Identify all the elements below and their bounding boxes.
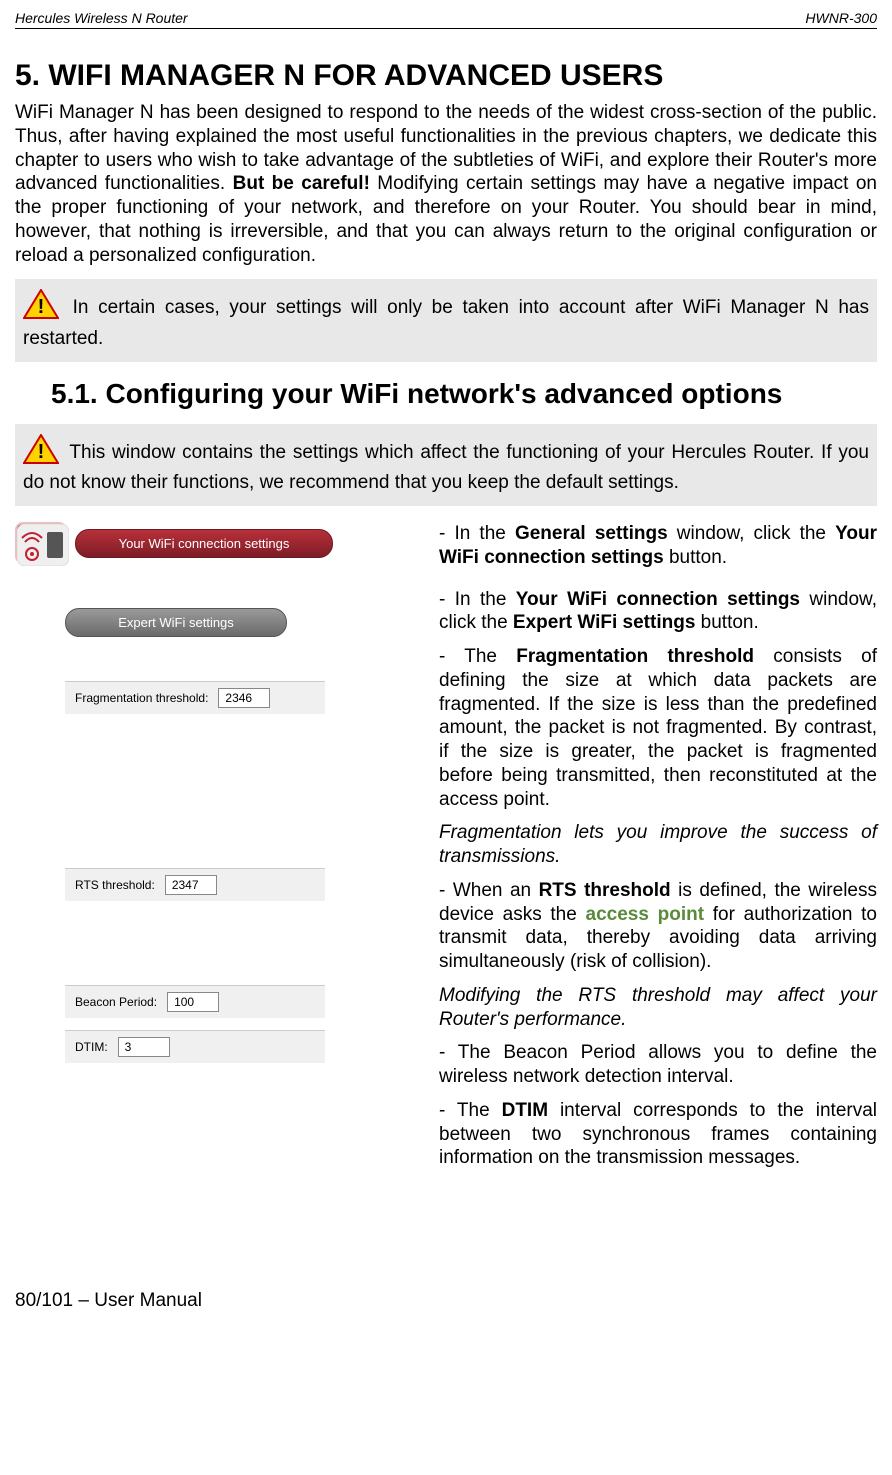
fragmentation-desc: - The Fragmentation threshold consists o… <box>439 645 877 811</box>
rts-field: RTS threshold: 2347 <box>65 868 325 901</box>
beacon-field: Beacon Period: 100 <box>65 985 325 1018</box>
fragmentation-field: Fragmentation threshold: 2346 <box>65 681 325 714</box>
wifi-logo-icon <box>15 522 67 564</box>
step-general-settings: - In the General settings window, click … <box>439 522 877 570</box>
left-column: Your WiFi connection settings Expert WiF… <box>15 522 415 1180</box>
notice-restart: ! In certain cases, your settings will o… <box>15 279 877 361</box>
rts-note: Modifying the RTS threshold may affect y… <box>439 984 877 1032</box>
fragmentation-note: Fragmentation lets you improve the succe… <box>439 821 877 869</box>
fragmentation-input[interactable]: 2346 <box>218 688 270 708</box>
dtim-label: DTIM: <box>75 1040 108 1054</box>
svg-text:!: ! <box>38 441 45 463</box>
dtim-input[interactable]: 3 <box>118 1037 170 1057</box>
dtim-field: DTIM: 3 <box>65 1030 325 1063</box>
beacon-input[interactable]: 100 <box>167 992 219 1012</box>
header-right: HWNR-300 <box>805 10 877 26</box>
expert-wifi-settings-button[interactable]: Expert WiFi settings <box>65 608 287 637</box>
section-heading: 5.1. Configuring your WiFi network's adv… <box>51 378 877 410</box>
right-column: - In the General settings window, click … <box>439 522 877 1180</box>
step-wifi-connection: - In the Your WiFi connection settings w… <box>439 588 877 636</box>
header-left: Hercules Wireless N Router <box>15 10 188 26</box>
page-header: Hercules Wireless N Router HWNR-300 <box>15 10 877 29</box>
beacon-desc: - The Beacon Period allows you to define… <box>439 1041 877 1089</box>
wifi-conn-row: Your WiFi connection settings <box>15 522 415 564</box>
rts-input[interactable]: 2347 <box>165 875 217 895</box>
beacon-label: Beacon Period: <box>75 995 157 1009</box>
notice-settings: ! This window contains the settings whic… <box>15 424 877 506</box>
svg-text:!: ! <box>38 296 45 318</box>
rts-label: RTS threshold: <box>75 878 155 892</box>
dtim-desc: - The DTIM interval corresponds to the i… <box>439 1099 877 1170</box>
chapter-heading: 5. WIFI MANAGER N FOR ADVANCED USERS <box>15 59 877 93</box>
rts-desc: - When an RTS threshold is defined, the … <box>439 879 877 974</box>
warning-icon: ! <box>23 289 59 327</box>
warning-icon: ! <box>23 434 59 472</box>
fragmentation-label: Fragmentation threshold: <box>75 691 208 705</box>
your-wifi-connection-button[interactable]: Your WiFi connection settings <box>75 529 333 558</box>
content-row: Your WiFi connection settings Expert WiF… <box>15 522 877 1180</box>
page-footer: 80/101 – User Manual <box>15 1290 877 1312</box>
intro-paragraph: WiFi Manager N has been designed to resp… <box>15 101 877 267</box>
